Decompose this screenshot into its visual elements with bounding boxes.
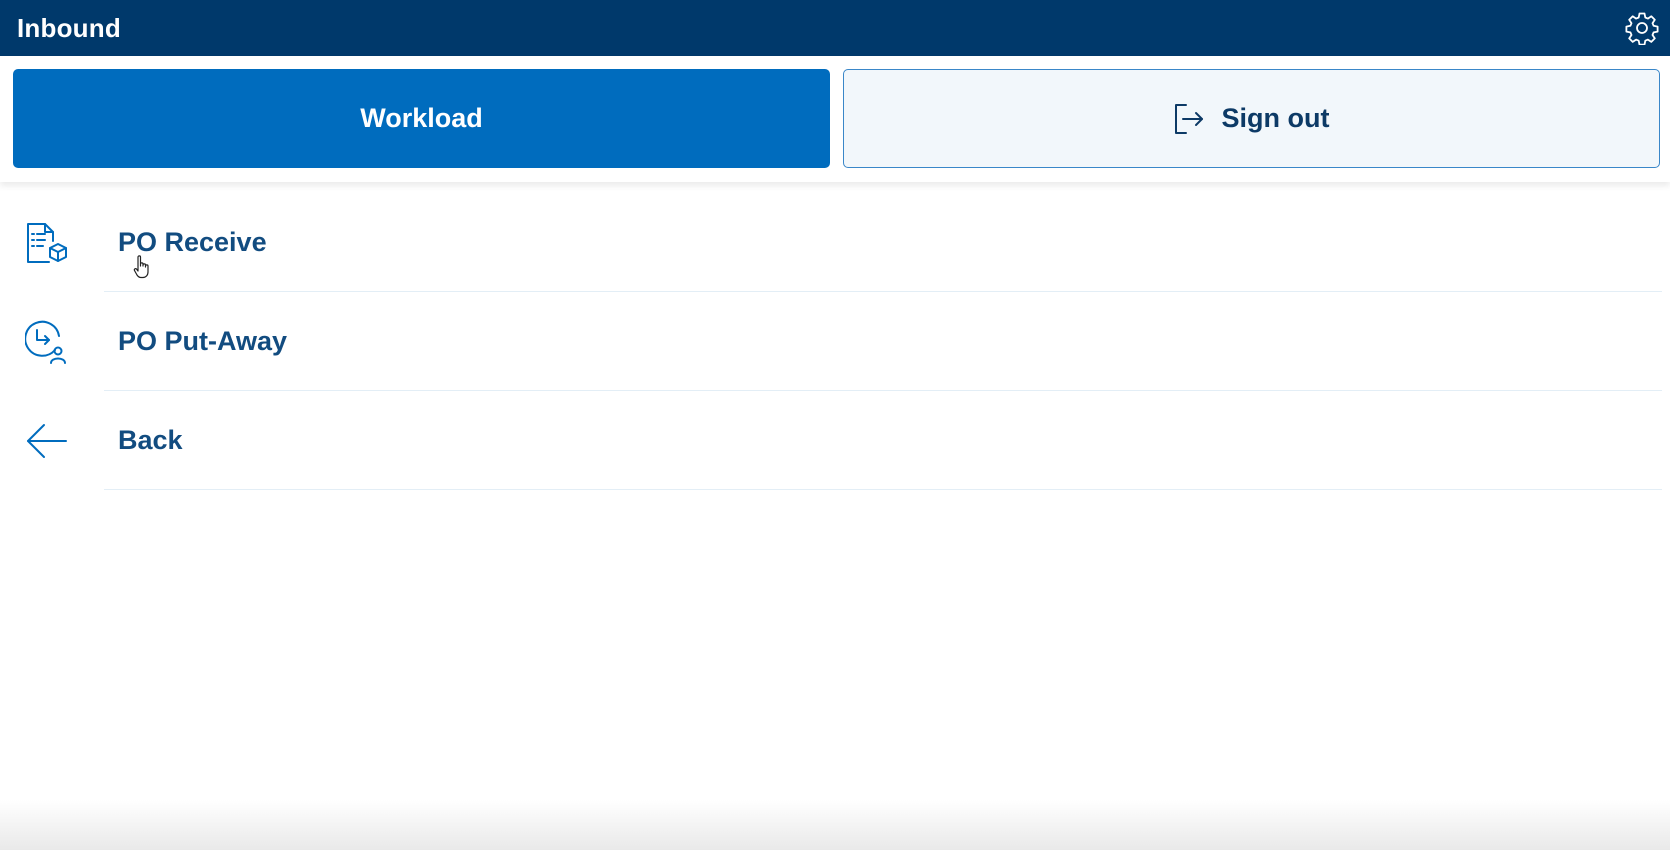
menu-item-back[interactable]: Back — [0, 391, 1670, 490]
document-box-icon — [25, 221, 69, 265]
menu-list: PO Receive PO Put-Away Back — [0, 193, 1670, 490]
workload-button[interactable]: Workload — [13, 69, 830, 168]
action-toolbar: Workload Sign out — [0, 56, 1670, 182]
menu-item-label: Back — [118, 425, 183, 455]
hand-pointer-icon — [133, 255, 151, 279]
page-title: Inbound — [17, 12, 121, 43]
title-bar: Inbound — [0, 0, 1670, 56]
gear-icon[interactable] — [1624, 10, 1660, 46]
divider — [104, 489, 1662, 490]
menu-item-po-receive[interactable]: PO Receive — [0, 193, 1670, 292]
bottom-edge — [0, 800, 1670, 850]
menu-item-label: PO Put-Away — [118, 326, 288, 356]
sign-out-icon — [1174, 102, 1208, 136]
app-page: Inbound Workload Sign out PO Receive PO … — [0, 0, 1670, 850]
sign-out-button-label: Sign out — [1221, 103, 1330, 133]
arrow-left-icon — [25, 419, 69, 463]
sign-out-button[interactable]: Sign out — [843, 69, 1660, 168]
workload-button-label: Workload — [360, 103, 483, 133]
menu-item-po-put-away[interactable]: PO Put-Away — [0, 292, 1670, 391]
putaway-person-icon — [24, 320, 69, 364]
